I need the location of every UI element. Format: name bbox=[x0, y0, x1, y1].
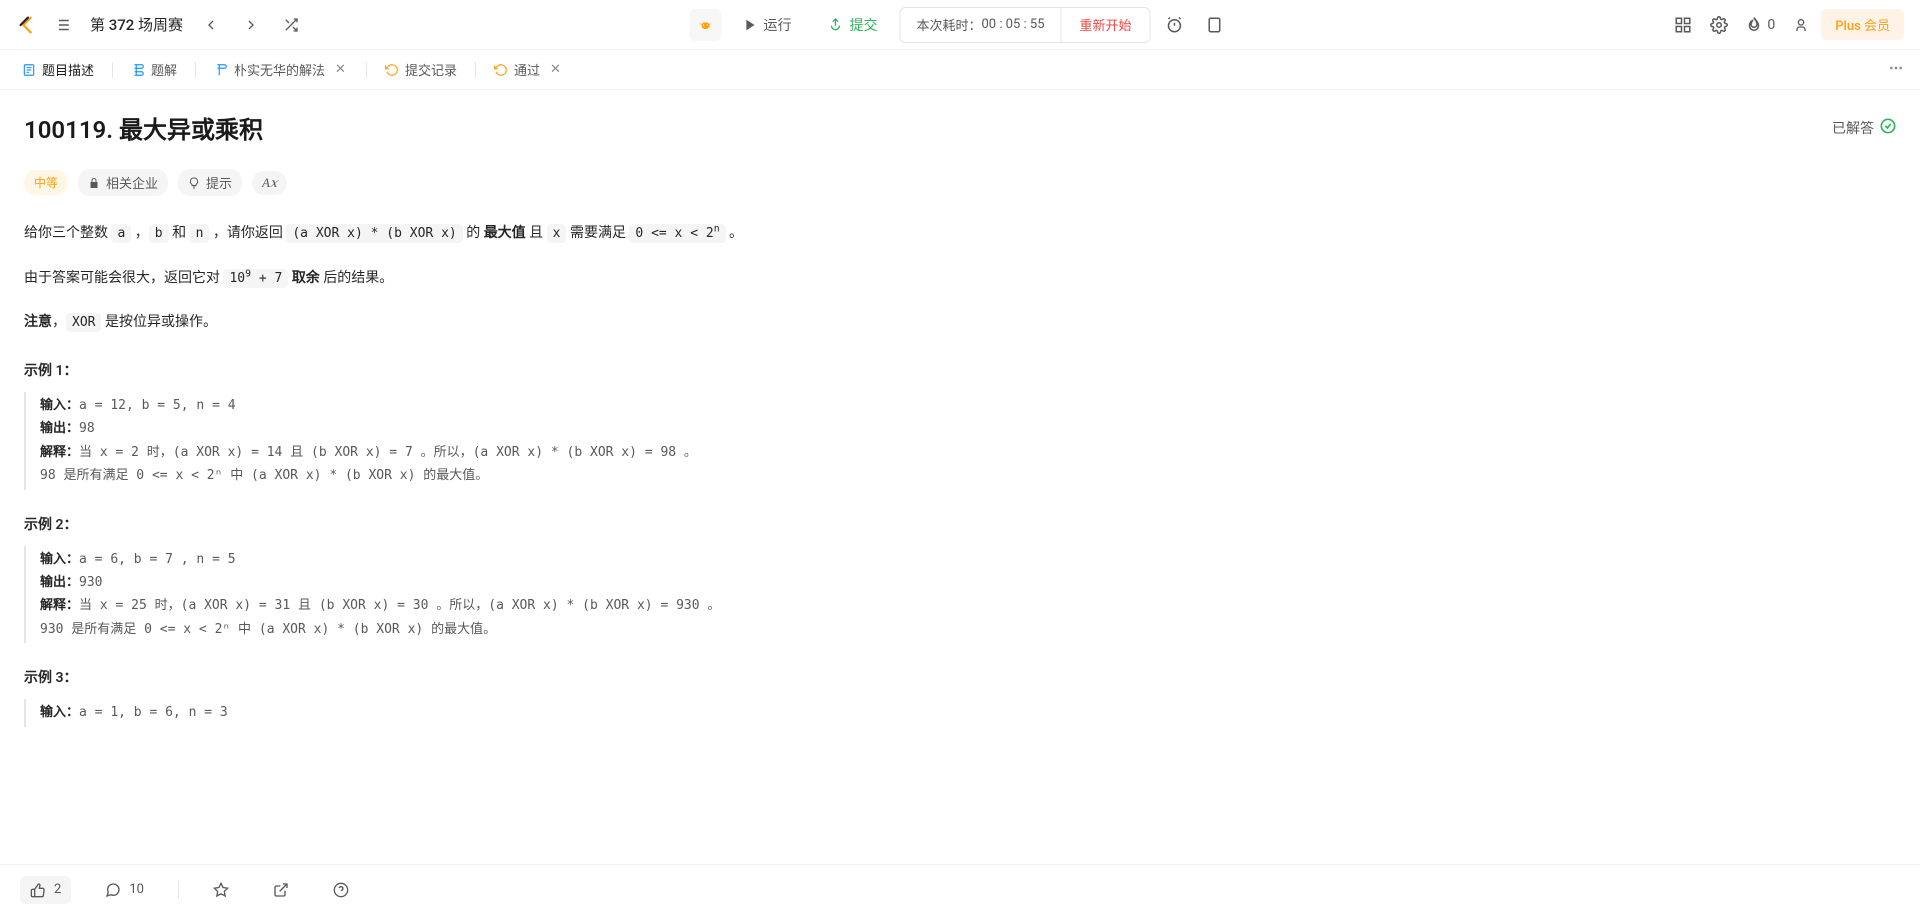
check-icon bbox=[1880, 118, 1896, 138]
submit-label: 提交 bbox=[849, 15, 877, 35]
star-button[interactable] bbox=[203, 876, 239, 904]
comments-button[interactable]: 10 bbox=[95, 876, 154, 904]
tab-solutions[interactable]: 题解 bbox=[121, 54, 187, 85]
run-button[interactable]: 运行 bbox=[729, 9, 805, 41]
example-title: 示例 2： bbox=[24, 514, 1896, 534]
share-button[interactable] bbox=[263, 876, 299, 904]
solved-badge: 已解答 bbox=[1832, 118, 1896, 138]
timer-box: 本次耗时：00 : 05 : 55 重新开始 bbox=[899, 7, 1150, 43]
example-title: 示例 1： bbox=[24, 360, 1896, 380]
example-block: 输入：a = 1, b = 6, n = 3 bbox=[24, 699, 1896, 726]
companies-button[interactable]: 相关企业 bbox=[78, 169, 168, 196]
shuffle-icon[interactable] bbox=[275, 9, 307, 41]
submit-button[interactable]: 提交 bbox=[813, 9, 891, 41]
timer-value: 00 : 05 : 55 bbox=[981, 17, 1044, 32]
fire-value: 0 bbox=[1767, 17, 1775, 33]
example-block: 输入：a = 12, b = 5, n = 4 输出：98 解释：当 x = 2… bbox=[24, 392, 1896, 490]
debug-icon[interactable] bbox=[689, 9, 721, 41]
example-title: 示例 3： bbox=[24, 667, 1896, 687]
tab-more-icon[interactable] bbox=[1884, 56, 1908, 84]
tab-divider bbox=[366, 62, 367, 78]
help-button[interactable] bbox=[323, 876, 359, 904]
problem-title: 100119. 最大异或乘积 bbox=[24, 110, 263, 145]
tab-description[interactable]: 题目描述 bbox=[12, 54, 104, 85]
user-icon[interactable] bbox=[1785, 9, 1817, 41]
example-block: 输入：a = 6, b = 7 , n = 5 输出：930 解释：当 x = … bbox=[24, 546, 1896, 644]
tab-desc-label: 题目描述 bbox=[42, 60, 94, 79]
layout-icon[interactable] bbox=[1667, 9, 1699, 41]
next-problem-icon[interactable] bbox=[235, 9, 267, 41]
prev-problem-icon[interactable] bbox=[195, 9, 227, 41]
plus-member-button[interactable]: Plus 会员 bbox=[1821, 9, 1904, 40]
comment-count: 10 bbox=[129, 882, 144, 897]
notes-icon[interactable] bbox=[1199, 9, 1231, 41]
close-icon[interactable]: ✕ bbox=[548, 62, 563, 77]
tab-my-solution[interactable]: 朴实无华的解法 ✕ bbox=[204, 54, 358, 85]
tab-sol-label: 题解 bbox=[151, 60, 177, 79]
font-button[interactable]: A𝑥 bbox=[252, 171, 287, 195]
settings-icon[interactable] bbox=[1703, 9, 1735, 41]
solved-label: 已解答 bbox=[1832, 118, 1874, 138]
close-icon[interactable]: ✕ bbox=[333, 62, 348, 77]
hint-button[interactable]: 提示 bbox=[178, 169, 242, 196]
contest-title[interactable]: 第 372 场周赛 bbox=[90, 14, 183, 35]
tab-acc-label: 通过 bbox=[514, 60, 540, 79]
tab-subs-label: 提交记录 bbox=[405, 60, 457, 79]
tab-divider bbox=[195, 62, 196, 78]
hint-label: 提示 bbox=[206, 173, 232, 192]
description-paragraph: 由于答案可能会很大，返回它对 109 + 7 取余 后的结果。 bbox=[24, 265, 1896, 292]
description-paragraph: 给你三个整数 a ，b 和 n ，请你返回 (a XOR x) * (b XOR… bbox=[24, 220, 1896, 247]
description-paragraph: 注意，XOR 是按位异或操作。 bbox=[24, 309, 1896, 336]
companies-label: 相关企业 bbox=[106, 173, 158, 192]
problem-list-icon[interactable] bbox=[46, 9, 78, 41]
tab-divider bbox=[112, 62, 113, 78]
restart-button[interactable]: 重新开始 bbox=[1061, 8, 1150, 42]
tab-divider bbox=[475, 62, 476, 78]
run-label: 运行 bbox=[763, 15, 791, 35]
tab-mysol-label: 朴实无华的解法 bbox=[234, 60, 325, 79]
difficulty-badge: 中等 bbox=[24, 170, 68, 195]
alarm-icon[interactable] bbox=[1159, 9, 1191, 41]
logo[interactable] bbox=[16, 14, 38, 36]
footer-divider bbox=[178, 881, 179, 899]
timer-prefix: 本次耗时： bbox=[916, 15, 981, 34]
tab-accepted[interactable]: 通过 ✕ bbox=[484, 54, 573, 85]
like-count: 2 bbox=[54, 882, 61, 897]
fire-count[interactable]: 0 bbox=[1739, 16, 1781, 34]
like-button[interactable]: 2 bbox=[20, 876, 71, 904]
tab-submissions[interactable]: 提交记录 bbox=[375, 54, 467, 85]
